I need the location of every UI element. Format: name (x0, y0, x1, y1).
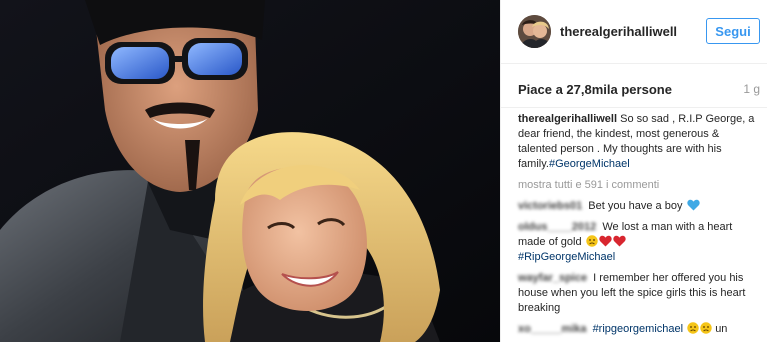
blue-heart-icon (686, 199, 700, 211)
red-heart-icon (613, 235, 626, 247)
caption-hashtag[interactable]: #GeorgeMichael (549, 158, 630, 170)
post-photo[interactable] (0, 0, 500, 342)
comment-text: Bet you have a boy (588, 200, 683, 212)
post-side-panel: therealgerihalliwell Segui Piace a 27,8m… (500, 0, 767, 342)
comment-username[interactable]: victoriebs01 (518, 199, 582, 214)
comment: victoriebs01 Bet you have a boy (518, 199, 756, 214)
comment-username[interactable]: oldus____2012 (518, 220, 596, 235)
likes-row: Piace a 27,8mila persone 1 g (501, 64, 767, 108)
caption-username[interactable]: therealgerihalliwell (518, 113, 617, 125)
follow-button[interactable]: Segui (706, 18, 760, 44)
likes-count[interactable]: Piace a 27,8mila persone (518, 82, 672, 97)
post-photo-illustration (0, 0, 500, 342)
post-caption: therealgerihalliwell So so sad , R.I.P G… (518, 112, 756, 172)
comment: oldus____2012 We lost a man with a heart… (518, 220, 756, 265)
sad-face-icon (585, 235, 598, 247)
comment-username[interactable]: wayfar_spice (518, 271, 587, 286)
post-author-username[interactable]: therealgerihalliwell (560, 24, 677, 39)
comment: wayfar_spice I remember her offered you … (518, 271, 756, 316)
avatar-image (518, 15, 551, 48)
sad-face-icon (700, 322, 712, 334)
avatar[interactable] (518, 15, 551, 48)
post-header: therealgerihalliwell Segui (501, 0, 767, 64)
view-all-comments-link[interactable]: mostra tutti e 591 i commenti (518, 178, 756, 193)
comment-hashtag[interactable]: #ripgeorgemichael (593, 323, 684, 335)
sad-face-icon (687, 322, 699, 334)
post-timestamp[interactable]: 1 g (743, 82, 760, 96)
comment: xo_____mika #ripgeorgemichael un (518, 322, 756, 337)
comment-username[interactable]: xo_____mika (518, 322, 587, 337)
comment-hashtag[interactable]: #RipGeorgeMichael (518, 251, 615, 263)
comment-text: un (715, 323, 728, 335)
comments-list: therealgerihalliwell So so sad , R.I.P G… (518, 112, 756, 342)
red-heart-icon (599, 235, 612, 247)
